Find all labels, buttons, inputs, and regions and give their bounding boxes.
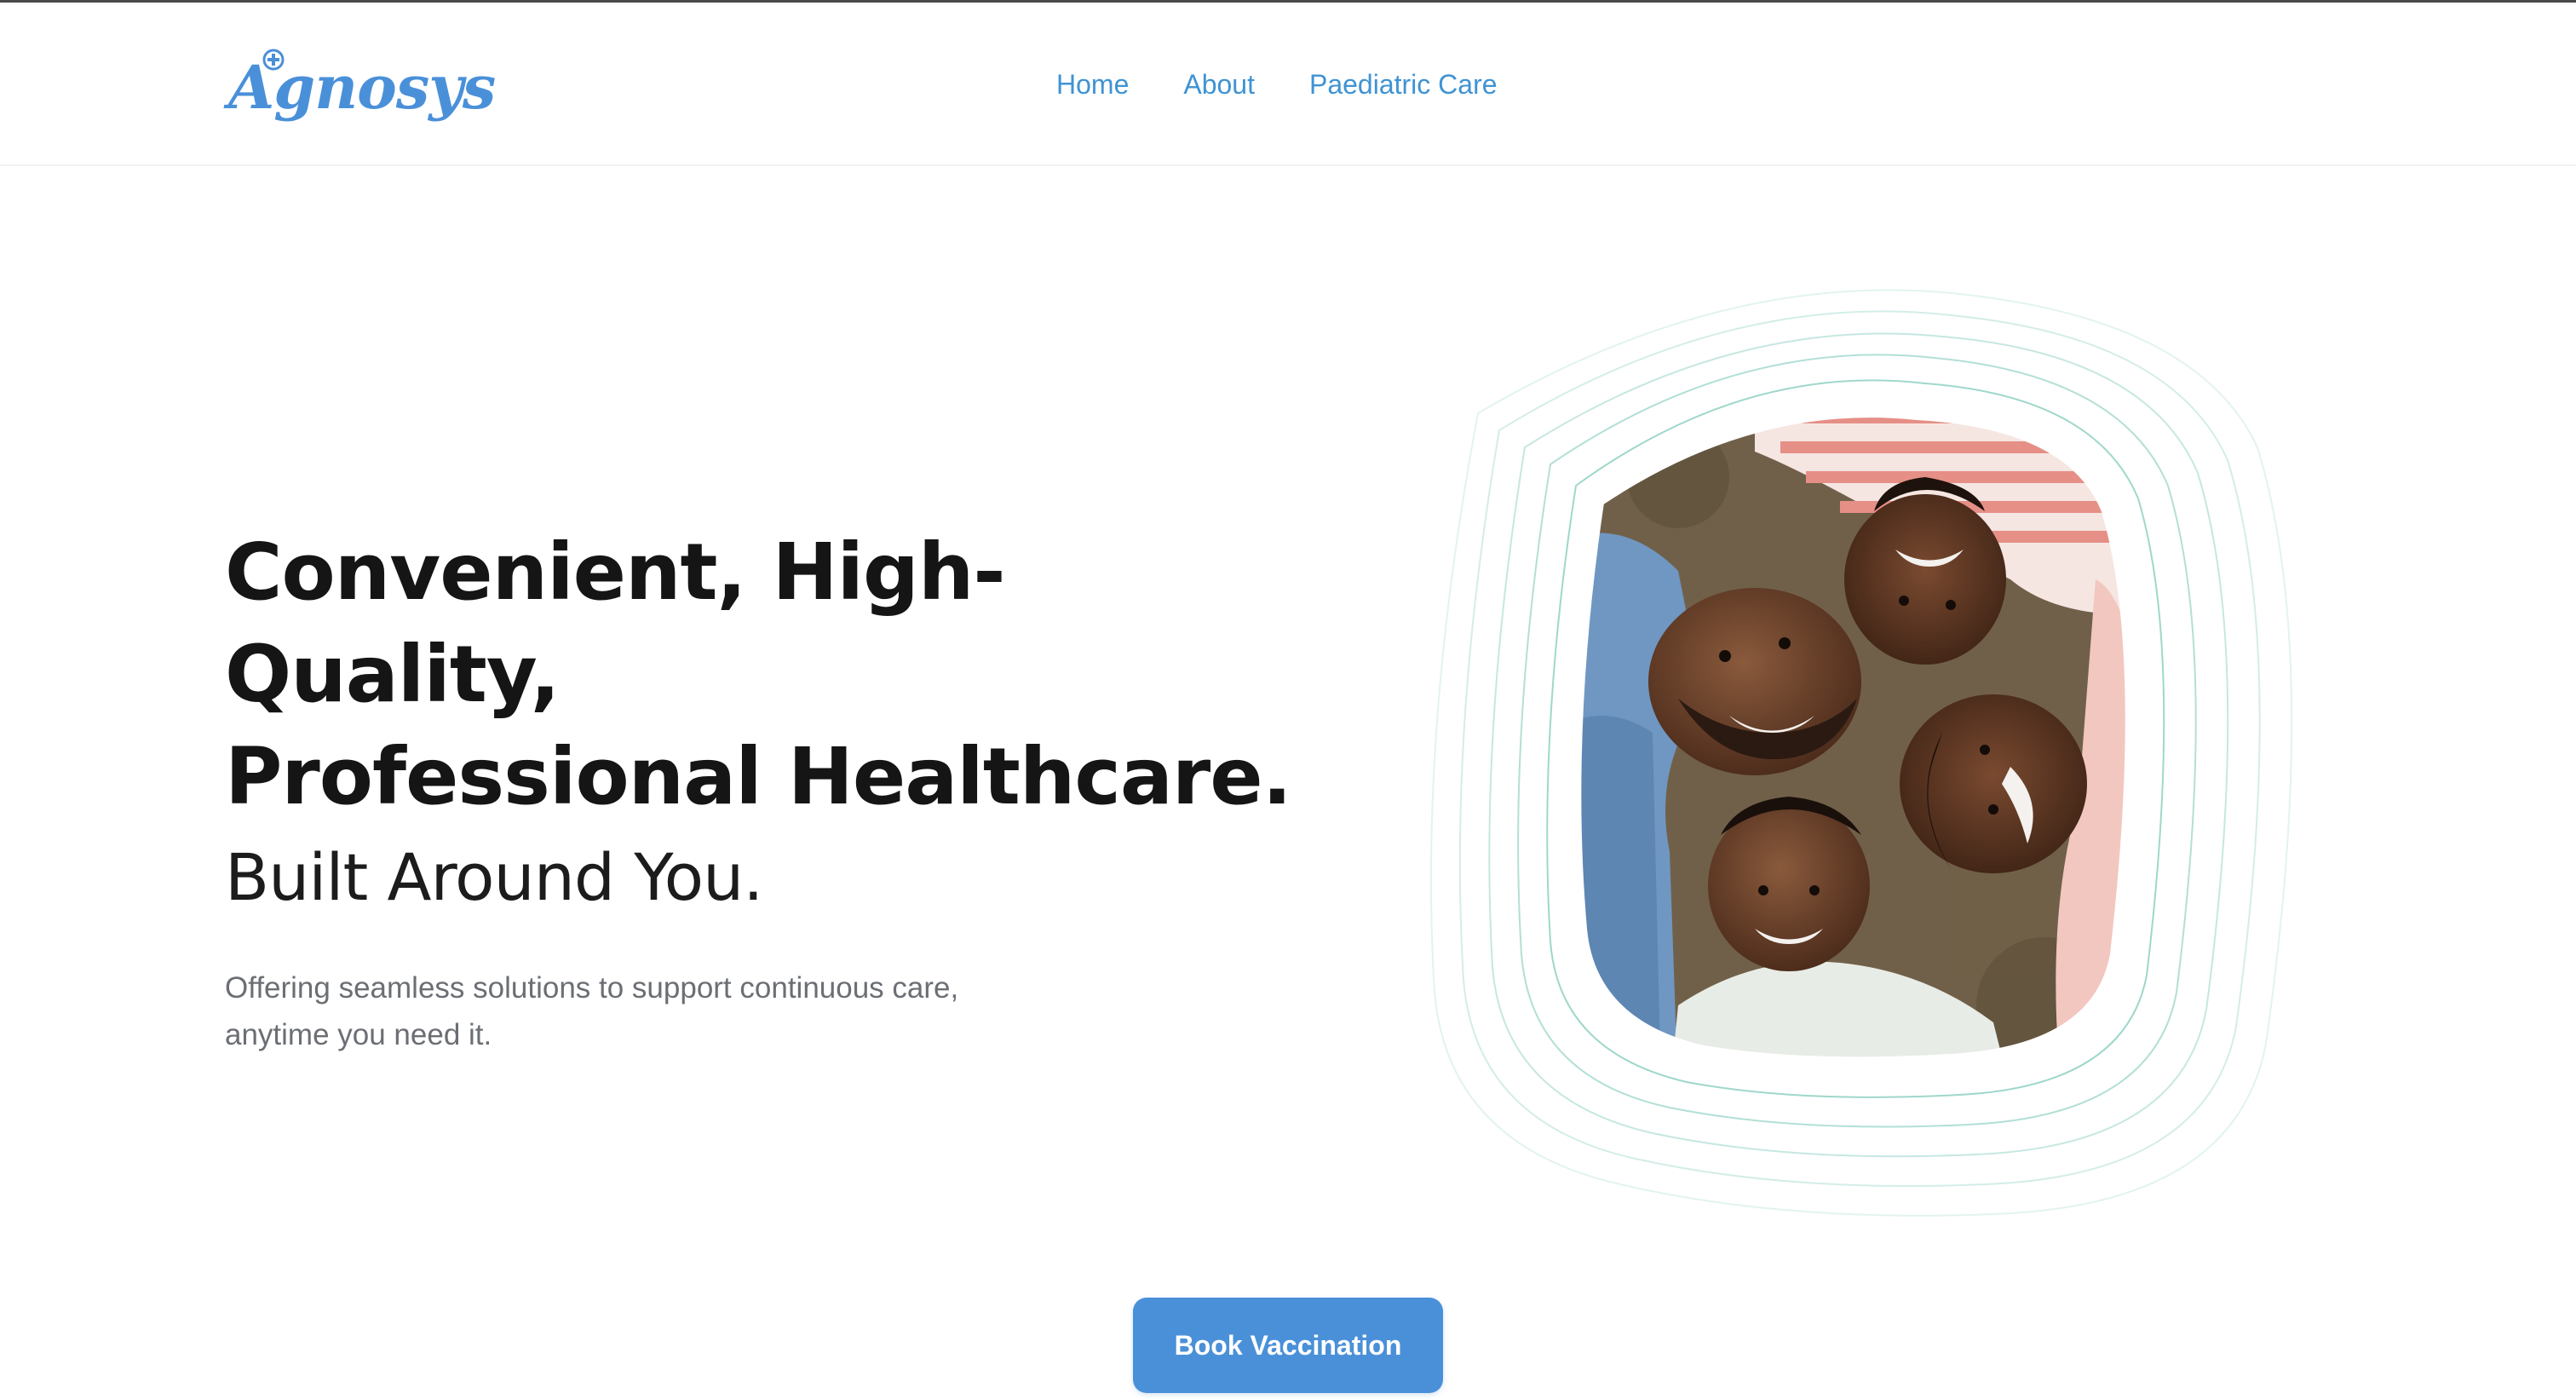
hero-headline-line1: Convenient, High-Quality, <box>225 527 1006 720</box>
hero-image-frame <box>1397 256 2334 1235</box>
nav-about[interactable]: About <box>1183 60 1255 108</box>
family-photo <box>1578 415 2128 1060</box>
hero-headline-line2: Professional Healthcare. <box>225 731 1292 822</box>
hero-headline: Convenient, High-Quality, Professional H… <box>225 521 1332 828</box>
nav-home[interactable]: Home <box>1056 60 1129 108</box>
hero-image-illustration <box>1429 289 2293 1217</box>
nav-paediatric-care[interactable]: Paediatric Care <box>1309 60 1498 108</box>
hero-subheadline: Built Around You. <box>225 839 763 915</box>
hero-text: Convenient, High-Quality, Professional H… <box>225 521 1332 1058</box>
book-vaccination-button[interactable]: Book Vaccination <box>1133 1298 1443 1393</box>
hero-description: Offering seamless solutions to support c… <box>225 971 959 1051</box>
medical-cross-icon <box>262 49 285 71</box>
brand-logo[interactable]: Agnosys <box>228 47 496 129</box>
main-nav: Home About Paediatric Care <box>1056 60 1498 108</box>
site-header: Agnosys Home About Paediatric Care <box>0 3 2576 166</box>
